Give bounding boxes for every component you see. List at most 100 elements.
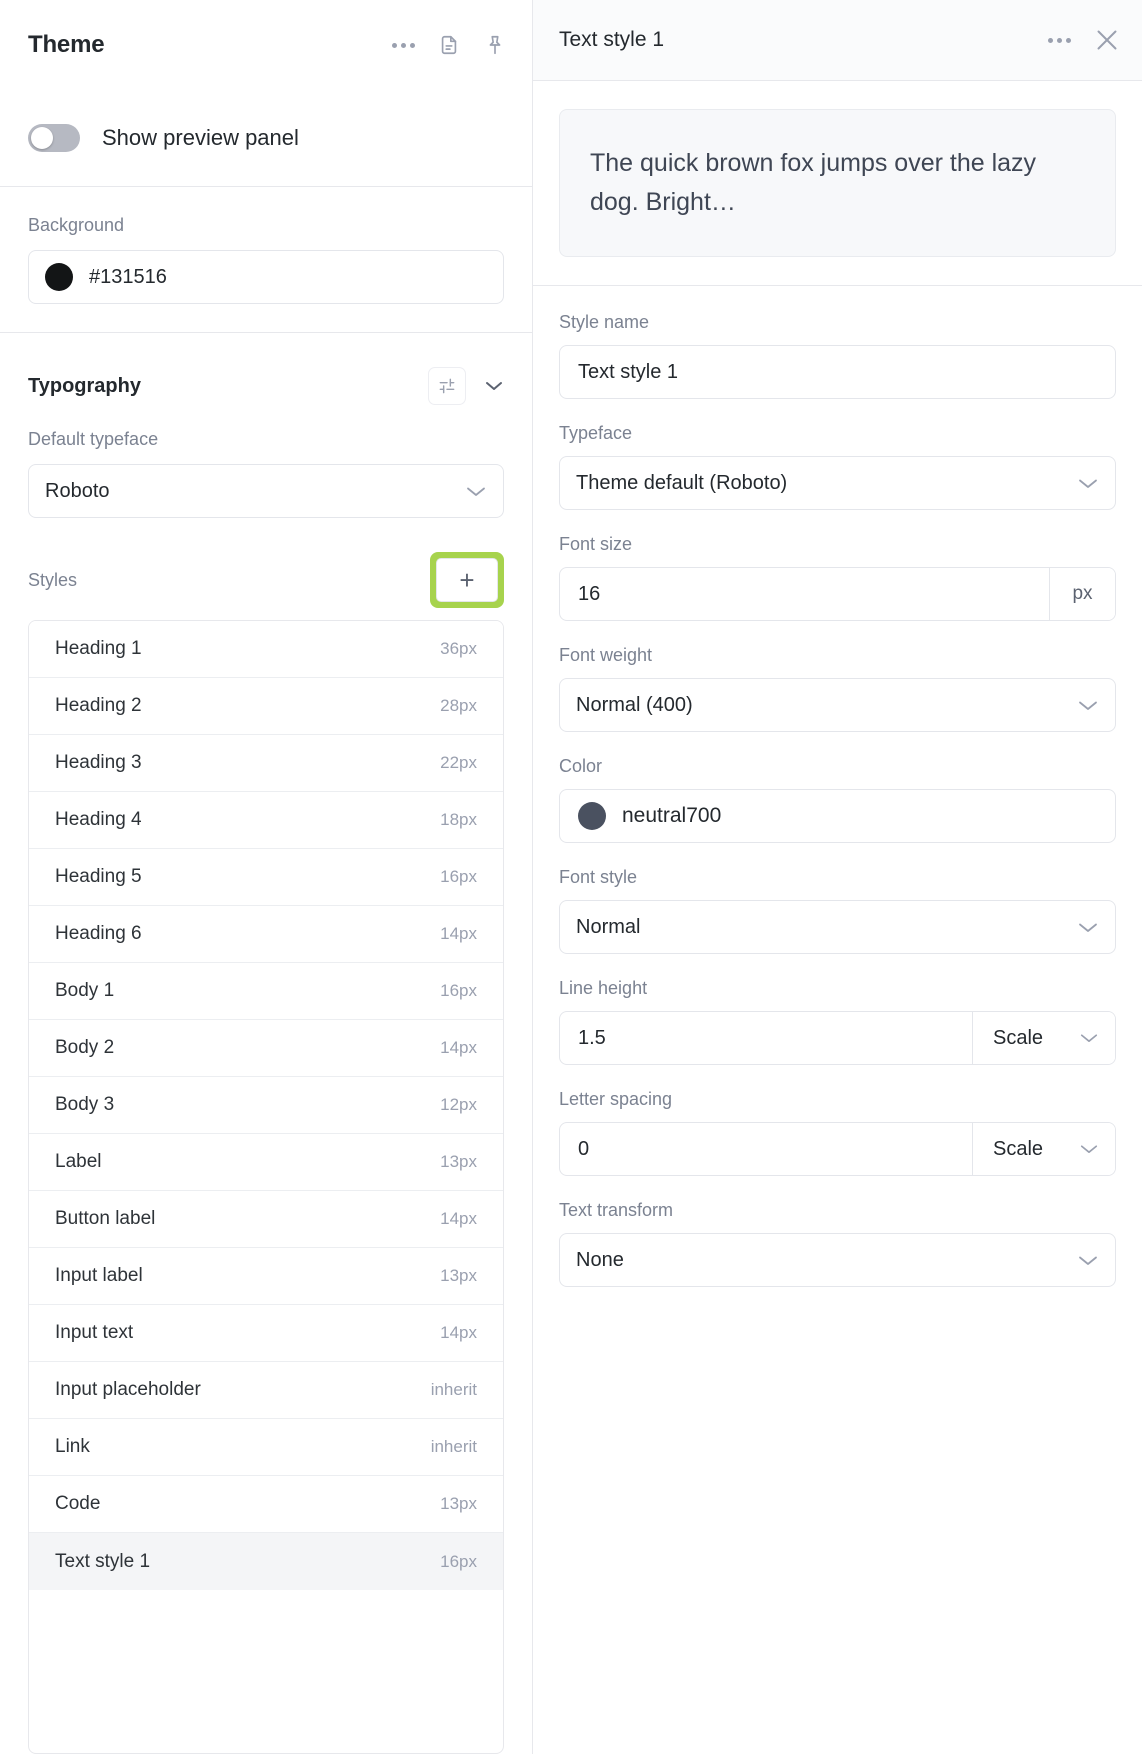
- page-title: Theme: [28, 31, 105, 58]
- chevron-down-icon: [1079, 1143, 1099, 1155]
- font-weight-select[interactable]: Normal (400): [559, 678, 1116, 732]
- table-row[interactable]: Heading 4 18px: [29, 792, 503, 849]
- letter-spacing-label: Letter spacing: [559, 1089, 673, 1109]
- style-size: 13px: [440, 1494, 477, 1513]
- font-style-select[interactable]: Normal: [559, 900, 1116, 954]
- chevron-down-icon: [465, 485, 487, 498]
- style-name: Link: [55, 1436, 90, 1457]
- theme-editor-app: Theme Show preview panel Background #131…: [0, 0, 1142, 1754]
- theme-panel: Theme Show preview panel Background #131…: [0, 0, 533, 1754]
- font-size-input[interactable]: 16: [560, 568, 1049, 620]
- background-section: Background #131516: [0, 187, 532, 304]
- table-row[interactable]: Code 13px: [29, 1476, 503, 1533]
- style-size: 14px: [440, 1038, 477, 1057]
- style-name-input[interactable]: Text style 1: [559, 345, 1116, 399]
- letter-spacing-unit-select[interactable]: Scale: [972, 1123, 1115, 1175]
- style-name: Button label: [55, 1208, 156, 1229]
- font-weight-value: Normal (400): [576, 693, 693, 716]
- chevron-down-icon: [1079, 1032, 1099, 1044]
- text-style-panel-actions: [1044, 25, 1120, 55]
- add-style-button[interactable]: +: [436, 558, 498, 602]
- table-row[interactable]: Heading 2 28px: [29, 678, 503, 735]
- letter-spacing-group: Letter spacing 0 Scale: [559, 1089, 1116, 1176]
- divider: [0, 332, 532, 333]
- chevron-down-icon: [1077, 921, 1099, 934]
- show-preview-panel-toggle[interactable]: [28, 124, 80, 152]
- chevron-down-icon[interactable]: [484, 380, 504, 392]
- style-size: 14px: [440, 1209, 477, 1228]
- line-height-field: 1.5 Scale: [559, 1011, 1116, 1065]
- table-row[interactable]: Label 13px: [29, 1134, 503, 1191]
- preview-text: The quick brown fox jumps over the lazy …: [590, 149, 1037, 216]
- table-row[interactable]: Button label 14px: [29, 1191, 503, 1248]
- table-row[interactable]: Input text 14px: [29, 1305, 503, 1362]
- default-typeface-value: Roboto: [45, 479, 110, 502]
- background-color-input[interactable]: #131516: [28, 250, 504, 304]
- style-size: 14px: [440, 924, 477, 943]
- table-row[interactable]: Heading 6 14px: [29, 906, 503, 963]
- color-input[interactable]: neutral700: [559, 789, 1116, 843]
- line-height-unit-value: Scale: [993, 1026, 1044, 1049]
- background-label: Background: [28, 215, 125, 235]
- table-row[interactable]: Heading 1 36px: [29, 621, 503, 678]
- show-preview-panel-row[interactable]: Show preview panel: [0, 90, 532, 186]
- font-size-label: Font size: [559, 534, 633, 554]
- style-size: 22px: [440, 753, 477, 772]
- table-row[interactable]: Body 3 12px: [29, 1077, 503, 1134]
- sliders-settings-icon[interactable]: [428, 367, 466, 405]
- more-options-icon[interactable]: [388, 30, 418, 60]
- table-row[interactable]: Heading 5 16px: [29, 849, 503, 906]
- typeface-select[interactable]: Theme default (Roboto): [559, 456, 1116, 510]
- letter-spacing-unit-value: Scale: [993, 1137, 1044, 1160]
- background-color-swatch: [45, 263, 73, 291]
- font-weight-group: Font weight Normal (400): [559, 645, 1116, 732]
- default-typeface-select[interactable]: Roboto: [28, 464, 504, 518]
- text-style-form: Style name Text style 1 Typeface Theme d…: [533, 286, 1142, 1311]
- table-row[interactable]: Input placeholder inherit: [29, 1362, 503, 1419]
- letter-spacing-input[interactable]: 0: [560, 1123, 972, 1175]
- color-swatch: [578, 802, 606, 830]
- more-options-icon[interactable]: [1044, 25, 1074, 55]
- chevron-down-icon: [1077, 1254, 1099, 1267]
- style-name: Body 1: [55, 980, 115, 1001]
- table-row[interactable]: Link inherit: [29, 1419, 503, 1476]
- default-typeface-section: Default typeface Roboto: [0, 429, 532, 518]
- theme-header-actions: [388, 30, 510, 60]
- style-name: Heading 6: [55, 923, 142, 944]
- close-icon[interactable]: [1094, 27, 1120, 53]
- table-row[interactable]: Input label 13px: [29, 1248, 503, 1305]
- chevron-down-icon: [1077, 477, 1099, 490]
- text-transform-value: None: [576, 1248, 624, 1271]
- add-style-highlight: +: [430, 552, 504, 608]
- style-size: 16px: [440, 1551, 477, 1571]
- chevron-down-icon: [1077, 699, 1099, 712]
- text-transform-select[interactable]: None: [559, 1233, 1116, 1287]
- text-transform-label: Text transform: [559, 1200, 674, 1220]
- style-name: Heading 5: [55, 866, 142, 887]
- style-name: Body 2: [55, 1037, 115, 1058]
- text-style-panel-header: Text style 1: [533, 0, 1142, 81]
- preview-box: The quick brown fox jumps over the lazy …: [559, 109, 1116, 257]
- line-height-input[interactable]: 1.5: [560, 1012, 972, 1064]
- color-label: Color: [559, 756, 603, 776]
- font-size-group: Font size 16 px: [559, 534, 1116, 621]
- font-style-value: Normal: [576, 915, 641, 938]
- typography-tools: [428, 367, 504, 405]
- font-style-group: Font style Normal: [559, 867, 1116, 954]
- style-name-group: Style name Text style 1: [559, 312, 1116, 399]
- style-name: Text style 1: [55, 1550, 151, 1572]
- document-icon[interactable]: [434, 30, 464, 60]
- font-size-unit: px: [1049, 568, 1115, 620]
- styles-list: Heading 1 36px Heading 2 28px Heading 3 …: [28, 620, 504, 1754]
- style-name: Heading 1: [55, 638, 142, 659]
- style-size: 36px: [440, 639, 477, 658]
- pin-icon[interactable]: [480, 30, 510, 60]
- font-weight-label: Font weight: [559, 645, 653, 665]
- table-row[interactable]: Body 2 14px: [29, 1020, 503, 1077]
- typeface-value: Theme default (Roboto): [576, 471, 788, 494]
- table-row[interactable]: Heading 3 22px: [29, 735, 503, 792]
- table-row[interactable]: Body 1 16px: [29, 963, 503, 1020]
- text-style-panel-title: Text style 1: [559, 28, 665, 51]
- line-height-unit-select[interactable]: Scale: [972, 1012, 1115, 1064]
- table-row[interactable]: Text style 1 16px: [29, 1533, 503, 1590]
